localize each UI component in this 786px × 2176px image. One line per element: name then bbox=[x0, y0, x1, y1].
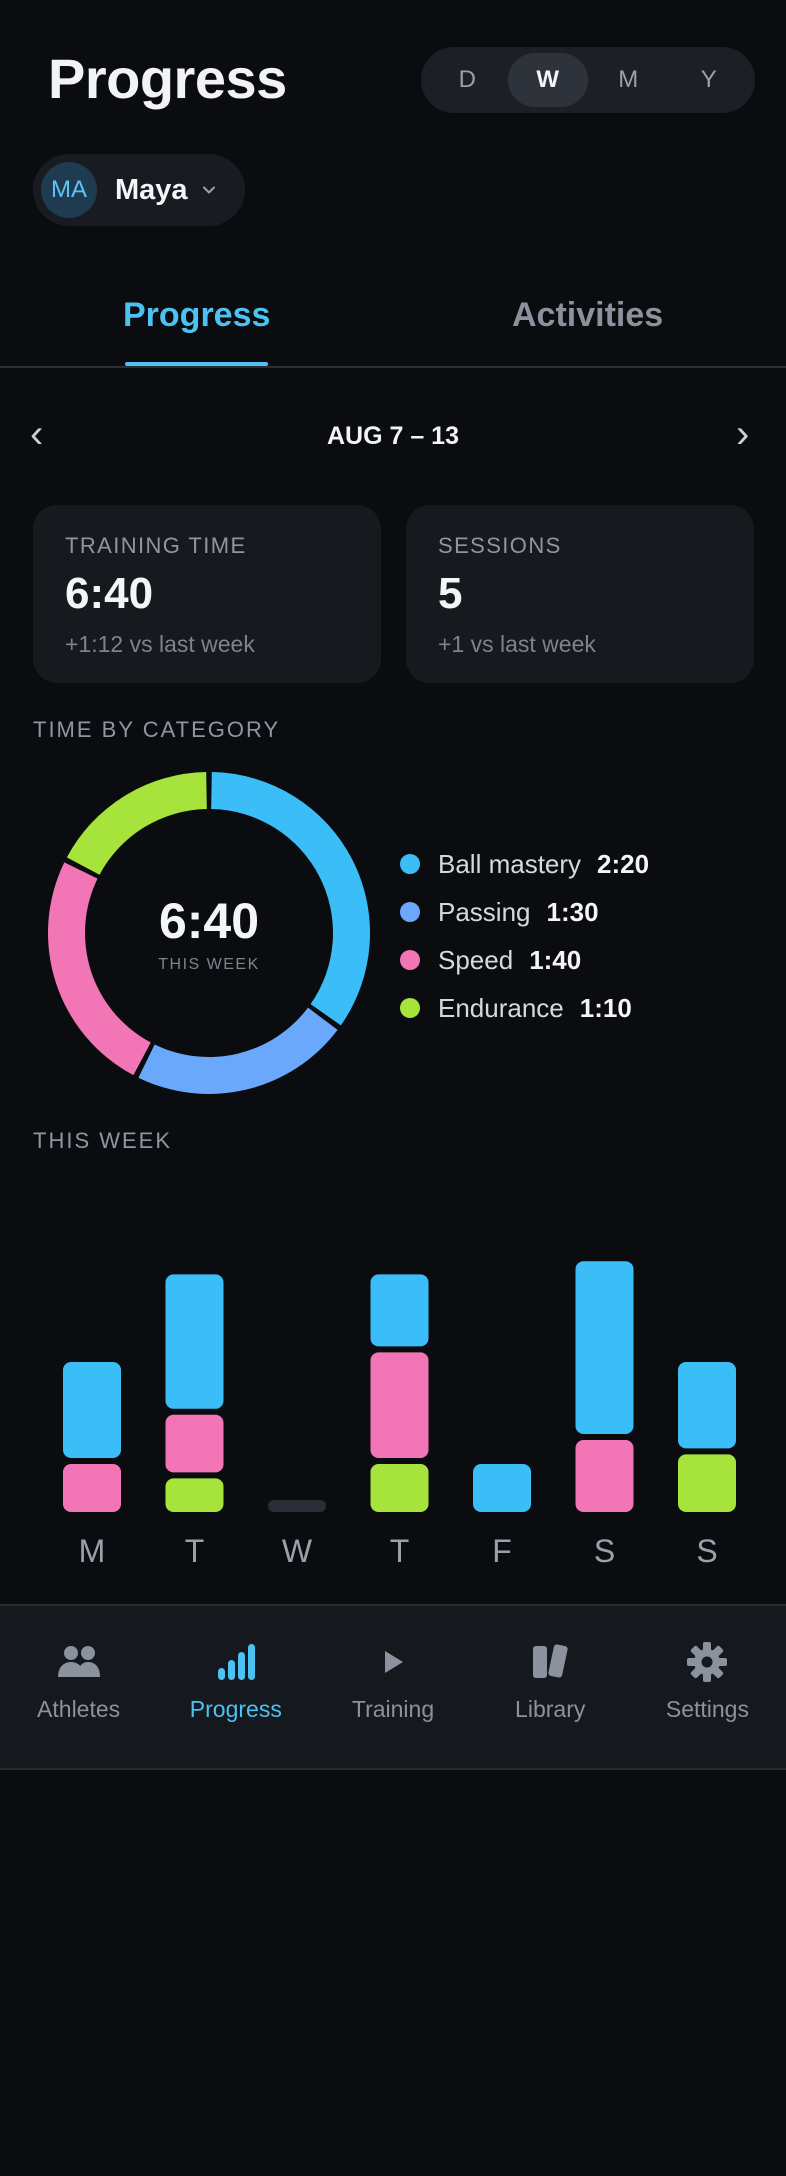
nav-item-athletes[interactable]: Athletes bbox=[0, 1606, 157, 1768]
legend-dot bbox=[400, 902, 420, 922]
day-label-6: S bbox=[696, 1533, 717, 1569]
donut-center: 6:40 THIS WEEK bbox=[48, 772, 370, 1094]
bar-segment-speed-5 bbox=[575, 1440, 634, 1512]
bar-segment-ball-mastery-0 bbox=[63, 1362, 121, 1458]
nav-label: Library bbox=[515, 1696, 586, 1722]
athlete-selector[interactable]: MA Maya bbox=[33, 154, 245, 226]
day-label-3: T bbox=[390, 1533, 410, 1569]
legend-name: Passing bbox=[438, 896, 531, 927]
chevron-down-icon bbox=[202, 186, 215, 194]
stat-value: 5 bbox=[438, 569, 463, 618]
bar-segment-endurance-3 bbox=[370, 1464, 429, 1512]
bar-segment-speed-3 bbox=[370, 1352, 429, 1458]
bottom-nav: Athletes Progress Training Library Setti… bbox=[0, 1604, 786, 1770]
section-title-week: THIS WEEK bbox=[33, 1128, 173, 1153]
tab-activities[interactable]: Activities bbox=[512, 296, 663, 335]
book-icon bbox=[526, 1640, 574, 1684]
legend-dot bbox=[400, 998, 420, 1018]
nav-item-training[interactable]: Training bbox=[314, 1606, 471, 1768]
donut-total: 6:40 bbox=[158, 893, 260, 949]
active-tab-indicator bbox=[125, 362, 268, 366]
range-option-month[interactable]: M bbox=[588, 53, 669, 107]
nav-item-settings[interactable]: Settings bbox=[629, 1606, 786, 1768]
day-label-1: T bbox=[185, 1533, 205, 1569]
legend-item-speed: Speed 1:40 bbox=[400, 936, 770, 984]
category-legend: Ball mastery 2:20 Passing 1:30 Speed 1:4… bbox=[400, 840, 770, 1032]
legend-name: Ball mastery bbox=[438, 848, 582, 879]
legend-dot bbox=[400, 950, 420, 970]
chevron-right-icon[interactable]: › bbox=[736, 414, 749, 454]
legend-item-ball-mastery: Ball mastery 2:20 bbox=[400, 840, 770, 888]
bar-segment-ball-mastery-6 bbox=[678, 1362, 736, 1449]
legend-value: 2:20 bbox=[597, 848, 650, 879]
bar-chart-icon bbox=[212, 1640, 260, 1684]
bar-segment-ball-mastery-4 bbox=[473, 1464, 531, 1512]
legend-name: Endurance bbox=[438, 992, 564, 1023]
range-option-year[interactable]: Y bbox=[669, 53, 750, 107]
stat-label: SESSIONS bbox=[438, 533, 562, 558]
play-icon bbox=[369, 1640, 417, 1684]
nav-item-progress[interactable]: Progress bbox=[157, 1606, 314, 1768]
legend-dot bbox=[400, 854, 420, 874]
nav-label: Training bbox=[351, 1696, 435, 1722]
day-label-4: F bbox=[492, 1533, 512, 1569]
bar-segment-speed-1 bbox=[165, 1414, 224, 1473]
legend-value: 1:30 bbox=[546, 896, 599, 927]
week-range-label: AUG 7 – 13 bbox=[326, 422, 459, 450]
header: Progress D W M Y MA Maya bbox=[0, 0, 786, 240]
avatar: MA bbox=[41, 162, 97, 218]
day-label-0: M bbox=[79, 1533, 106, 1569]
sessions-card: SESSIONS 5 +1 vs last week bbox=[406, 505, 754, 683]
users-icon bbox=[55, 1640, 103, 1684]
legend-value: 1:10 bbox=[579, 992, 632, 1023]
category-donut-chart: 6:40 THIS WEEK bbox=[47, 772, 370, 1094]
range-option-week[interactable]: W bbox=[507, 53, 588, 107]
bar-segment-ball-mastery-1 bbox=[165, 1274, 224, 1409]
legend-value: 1:40 bbox=[529, 944, 582, 975]
nav-item-library[interactable]: Library bbox=[472, 1606, 629, 1768]
stat-delta: +1:12 vs last week bbox=[65, 631, 255, 657]
legend-item-endurance: Endurance 1:10 bbox=[400, 984, 770, 1032]
bar-segment-endurance-1 bbox=[165, 1478, 224, 1512]
legend-item-passing: Passing 1:30 bbox=[400, 888, 770, 936]
week-navigator: ‹ AUG 7 – 13 › bbox=[0, 410, 786, 460]
training-time-card: TRAINING TIME 6:40 +1:12 vs last week bbox=[33, 505, 381, 683]
athlete-name: Maya bbox=[115, 173, 188, 206]
stat-delta: +1 vs last week bbox=[438, 631, 596, 657]
bar-segment-ball-mastery-3 bbox=[370, 1274, 429, 1347]
nav-label: Settings bbox=[665, 1696, 749, 1722]
stat-value: 6:40 bbox=[65, 569, 154, 618]
donut-caption: THIS WEEK bbox=[158, 956, 260, 973]
gear-icon bbox=[683, 1640, 731, 1684]
bar-segment-ball-mastery-5 bbox=[575, 1261, 634, 1434]
page-title: Progress bbox=[48, 47, 287, 110]
stat-label: TRAINING TIME bbox=[65, 533, 247, 558]
tab-bar: Progress Activities bbox=[0, 286, 786, 368]
range-switch: D W M Y bbox=[421, 47, 755, 113]
weekly-stacked-bar-chart: MTWTFSS bbox=[63, 1261, 736, 1569]
section-title-category: TIME BY CATEGORY bbox=[33, 717, 281, 742]
tab-progress[interactable]: Progress bbox=[123, 296, 270, 335]
nav-label: Progress bbox=[189, 1696, 282, 1722]
legend-name: Speed bbox=[438, 944, 514, 975]
day-label-2: W bbox=[282, 1533, 313, 1569]
bar-segment-endurance-6 bbox=[678, 1454, 736, 1512]
range-option-day[interactable]: D bbox=[427, 53, 508, 107]
nav-label: Athletes bbox=[37, 1696, 121, 1722]
day-label-5: S bbox=[594, 1533, 615, 1569]
bar-segment-speed-0 bbox=[63, 1464, 121, 1512]
bar-empty-2 bbox=[268, 1500, 326, 1512]
